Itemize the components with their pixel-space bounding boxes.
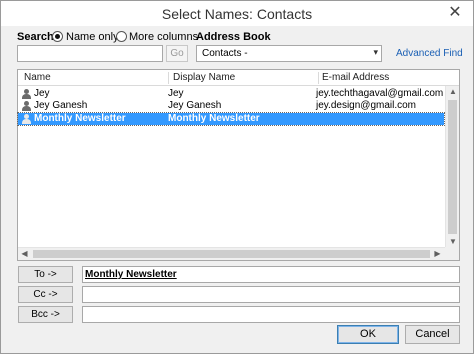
- horizontal-scrollbar[interactable]: ◀ ▶: [18, 247, 459, 260]
- contact-row[interactable]: Jey Ganesh Jey Ganesh jey.design@gmail.c…: [18, 100, 444, 112]
- person-icon: [22, 101, 31, 111]
- column-header-email[interactable]: E-mail Address: [322, 72, 389, 83]
- to-button[interactable]: To ->: [18, 266, 73, 283]
- radio-name-only-label[interactable]: Name only: [66, 31, 119, 43]
- contact-row[interactable]: Jey Jey jey.techthagaval@gmail.com: [18, 88, 444, 100]
- title-bar: Select Names: Contacts ✕: [1, 1, 473, 26]
- scroll-up-icon[interactable]: ▲: [446, 86, 460, 98]
- cc-button[interactable]: Cc ->: [18, 286, 73, 303]
- column-divider: [318, 72, 319, 84]
- search-input[interactable]: [17, 45, 163, 62]
- contact-name: Monthly Newsletter: [34, 113, 126, 124]
- contact-name: Jey: [34, 88, 50, 99]
- cc-field[interactable]: [82, 286, 460, 303]
- vertical-scroll-thumb[interactable]: [448, 100, 457, 234]
- address-book-value: Contacts -: [202, 48, 248, 59]
- contact-display-name: Monthly Newsletter: [168, 113, 260, 124]
- bcc-field[interactable]: [82, 306, 460, 323]
- to-field[interactable]: Monthly Newsletter: [82, 266, 460, 283]
- scrollbar-corner: [445, 247, 459, 260]
- scroll-right-icon[interactable]: ▶: [431, 248, 444, 260]
- contact-row-selected[interactable]: Monthly Newsletter Monthly Newsletter: [17, 112, 445, 126]
- radio-more-columns[interactable]: [116, 31, 127, 42]
- scroll-left-icon[interactable]: ◀: [18, 248, 31, 260]
- column-header-name[interactable]: Name: [24, 72, 51, 83]
- contact-name: Jey Ganesh: [34, 100, 88, 111]
- contact-display-name: Jey: [168, 88, 184, 99]
- address-book-label: Address Book: [196, 31, 271, 43]
- contacts-list[interactable]: Name Display Name E-mail Address Jey Jey…: [17, 69, 460, 261]
- go-button[interactable]: Go: [166, 45, 188, 62]
- select-names-dialog: Select Names: Contacts ✕ Search: Name on…: [0, 0, 474, 354]
- contact-email: jey.design@gmail.com: [316, 100, 417, 111]
- radio-name-only[interactable]: [52, 31, 63, 42]
- person-icon: [22, 114, 31, 124]
- horizontal-scroll-thumb[interactable]: [33, 250, 430, 258]
- contact-email: jey.techthagaval@gmail.com: [316, 88, 444, 99]
- column-header-display-name[interactable]: Display Name: [173, 72, 235, 83]
- bcc-button[interactable]: Bcc ->: [18, 306, 73, 323]
- column-divider: [168, 72, 169, 84]
- address-book-select[interactable]: Contacts - ▾: [196, 45, 382, 62]
- ok-button[interactable]: OK: [337, 325, 399, 344]
- radio-more-columns-label[interactable]: More columns: [129, 31, 198, 43]
- dialog-title: Select Names: Contacts: [161, 6, 313, 22]
- cancel-button[interactable]: Cancel: [405, 325, 460, 344]
- to-recipient[interactable]: Monthly Newsletter: [85, 269, 177, 280]
- contact-display-name: Jey Ganesh: [168, 100, 222, 111]
- advanced-find-link[interactable]: Advanced Find: [396, 48, 463, 59]
- chevron-down-icon: ▾: [373, 47, 378, 57]
- list-header: Name Display Name E-mail Address: [18, 70, 459, 86]
- person-icon: [22, 89, 31, 99]
- vertical-scrollbar[interactable]: ▲ ▼: [445, 86, 459, 248]
- close-icon[interactable]: ✕: [447, 5, 463, 21]
